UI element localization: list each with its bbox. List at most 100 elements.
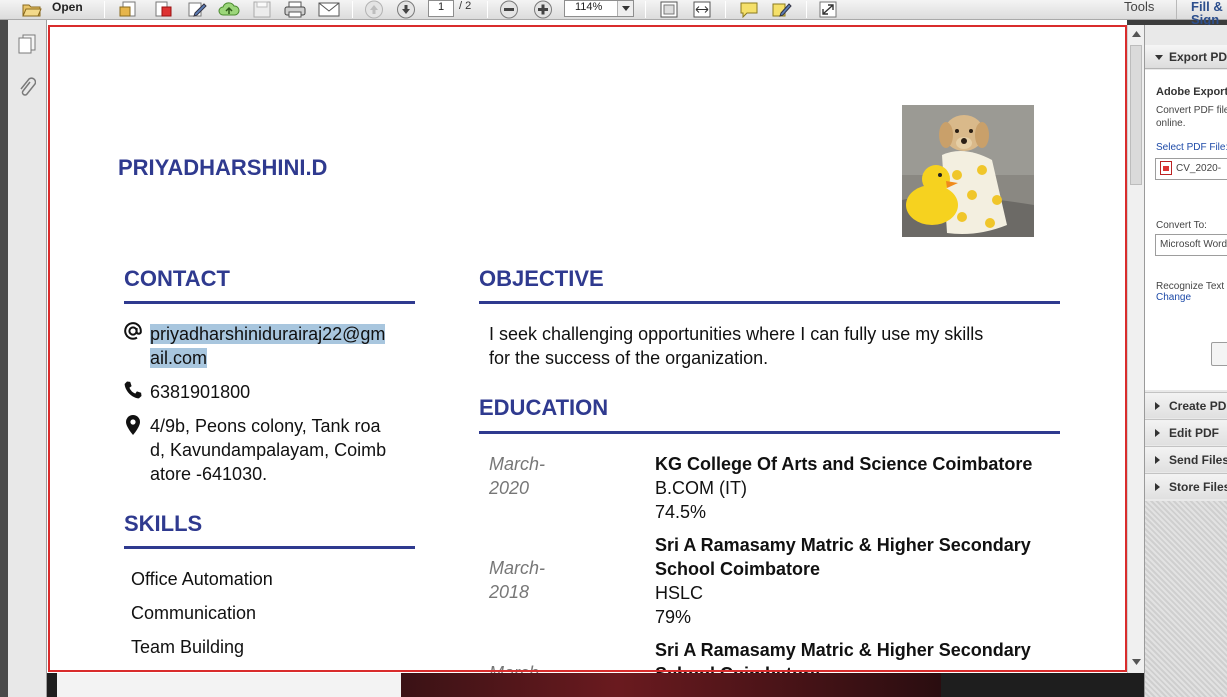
previous-page-icon[interactable] [363,0,385,19]
address-line-1: 4/9b, Peons colony, Tank roa [150,416,381,436]
fill-sign-tab[interactable]: Fill & Sign [1176,0,1227,26]
degree-text: HSLC [655,583,704,603]
address-text: 4/9b, Peons colony, Tank roa d, Kavundam… [150,414,386,486]
objective-text: I seek challenging opportunities where I… [489,322,983,370]
email-text[interactable]: priyadharshinidurairaj22@gm ail.com [150,322,386,370]
page-thumbnails-icon[interactable] [16,32,38,56]
open-button[interactable]: Open [52,0,83,19]
export-pdf-header[interactable]: Export PDF [1145,45,1227,69]
scrollbar-thumb[interactable] [1130,45,1142,185]
objective-line-2: for the success of the organization. [489,348,769,368]
store-files-label: Store Files [1169,480,1227,494]
date-line: March- [489,454,546,474]
institution-name: School Coimbatore [655,559,821,579]
document-scrollbar[interactable] [1127,25,1144,673]
address-line-2: d, Kavundampalayam, Coimb [150,440,387,460]
degree-text: B.COM (IT) [655,478,747,498]
contact-divider [124,301,415,304]
objective-divider [479,301,1060,304]
tools-pane: Export PDF Adobe ExportPDF Convert PDF f… [1144,25,1227,697]
skills-divider [124,546,415,549]
zoom-value: 114% [575,1,603,13]
date-line: 2018 [489,582,530,602]
scroll-up-icon[interactable] [1131,27,1142,41]
location-pin-icon [122,414,144,436]
send-files-item[interactable]: Send Files [1145,446,1227,472]
export-pdf-panel: Adobe ExportPDF Convert PDF files online… [1145,70,1227,390]
page-number-input[interactable]: 1 [428,0,454,17]
convert-to-label: Convert To: [1156,220,1207,231]
score-text: 74.5% [655,502,707,522]
email-line-2: ail.com [150,348,208,368]
edit-pdf-item[interactable]: Edit PDF [1145,419,1227,445]
next-page-icon[interactable] [395,0,417,19]
expand-icon[interactable] [816,0,840,19]
send-files-label: Send Files [1169,453,1227,467]
education-entry: KG College Of Arts and Science Coimbator… [655,452,1032,524]
pdf-file-icon [1160,161,1172,176]
create-pdf-icon[interactable] [117,0,141,19]
pane-empty-area [1145,501,1227,697]
attachments-icon[interactable] [16,76,38,100]
selected-file-field[interactable]: CV_2020- [1155,158,1227,180]
skill-item: Office Automation [131,569,273,589]
open-folder-icon[interactable] [20,0,44,19]
chevron-down-icon[interactable] [617,1,633,16]
date-line: March- [489,558,546,578]
store-files-item[interactable]: Store Files [1145,473,1227,499]
navigation-pane [0,20,47,697]
zoom-level-select[interactable]: 114% [564,0,634,17]
file-name: CV_2020- [1176,163,1222,174]
tools-tab[interactable]: Tools [1124,0,1154,14]
contact-heading: CONTACT [124,266,230,291]
objective-line-1: I seek challenging opportunities where I… [489,324,984,344]
phone-icon [122,379,144,401]
cv-name: PRIYADHARSHINI.D [118,155,328,180]
create-pdf-item[interactable]: Create PDF [1145,392,1227,418]
email-icon[interactable] [316,0,342,19]
institution-name: Sri A Ramasamy Matric & Higher Secondary [655,535,1031,555]
description-line-1: Convert PDF files [1156,105,1227,116]
skill-item: Team Building [131,637,245,657]
objective-heading: OBJECTIVE [479,266,604,291]
address-line-3: atore -641030. [150,464,268,484]
skills-heading: SKILLS [124,511,203,536]
chevron-down-icon [1155,55,1163,60]
highlight-icon[interactable] [769,0,795,19]
comment-icon[interactable] [736,0,762,19]
upload-cloud-icon[interactable] [217,0,241,19]
phone-text: 6381901800 [150,382,251,402]
institution-name: KG College Of Arts and Science Coimbator… [655,454,1033,474]
education-date: March- 2018 [489,556,545,604]
print-icon[interactable] [282,0,308,19]
description-line-2: online. [1156,118,1186,129]
create-pdf-label: Create PDF [1169,399,1227,413]
select-pdf-label: Select PDF File: [1156,142,1227,153]
edit-pdf-label: Edit PDF [1169,426,1219,440]
save-icon[interactable] [250,0,274,19]
institution-name: Sri A Ramasamy Matric & Higher Secondary [655,640,1031,660]
profile-photo [902,105,1034,237]
scroll-down-icon[interactable] [1131,655,1142,669]
fit-width-icon[interactable] [689,0,715,19]
convert-button[interactable] [1211,342,1227,366]
convert-to-select[interactable]: Microsoft Word [1155,234,1227,256]
skill-item: Communication [131,603,257,623]
fit-page-icon[interactable] [656,0,682,19]
education-divider [479,431,1060,434]
date-line: 2020 [489,478,530,498]
zoom-out-icon[interactable] [498,0,520,19]
education-date: March- 2020 [489,452,545,500]
adobe-export-title: Adobe ExportPDF [1156,86,1227,98]
score-text: 79% [655,607,692,627]
change-link[interactable]: Change [1156,292,1191,303]
zoom-in-icon[interactable] [532,0,554,19]
combine-files-icon[interactable] [151,0,175,19]
taskbar-strip [47,673,1144,697]
page-total: / 2 [459,0,472,12]
education-entry: Sri A Ramasamy Matric & Higher Secondary… [655,533,1031,629]
edit-document-icon[interactable] [185,0,209,19]
toolbar: Open 1 / 2 114% Tools Fill & Sign [0,0,1227,26]
education-heading: EDUCATION [479,395,609,420]
export-pdf-label: Export PDF [1169,50,1227,64]
